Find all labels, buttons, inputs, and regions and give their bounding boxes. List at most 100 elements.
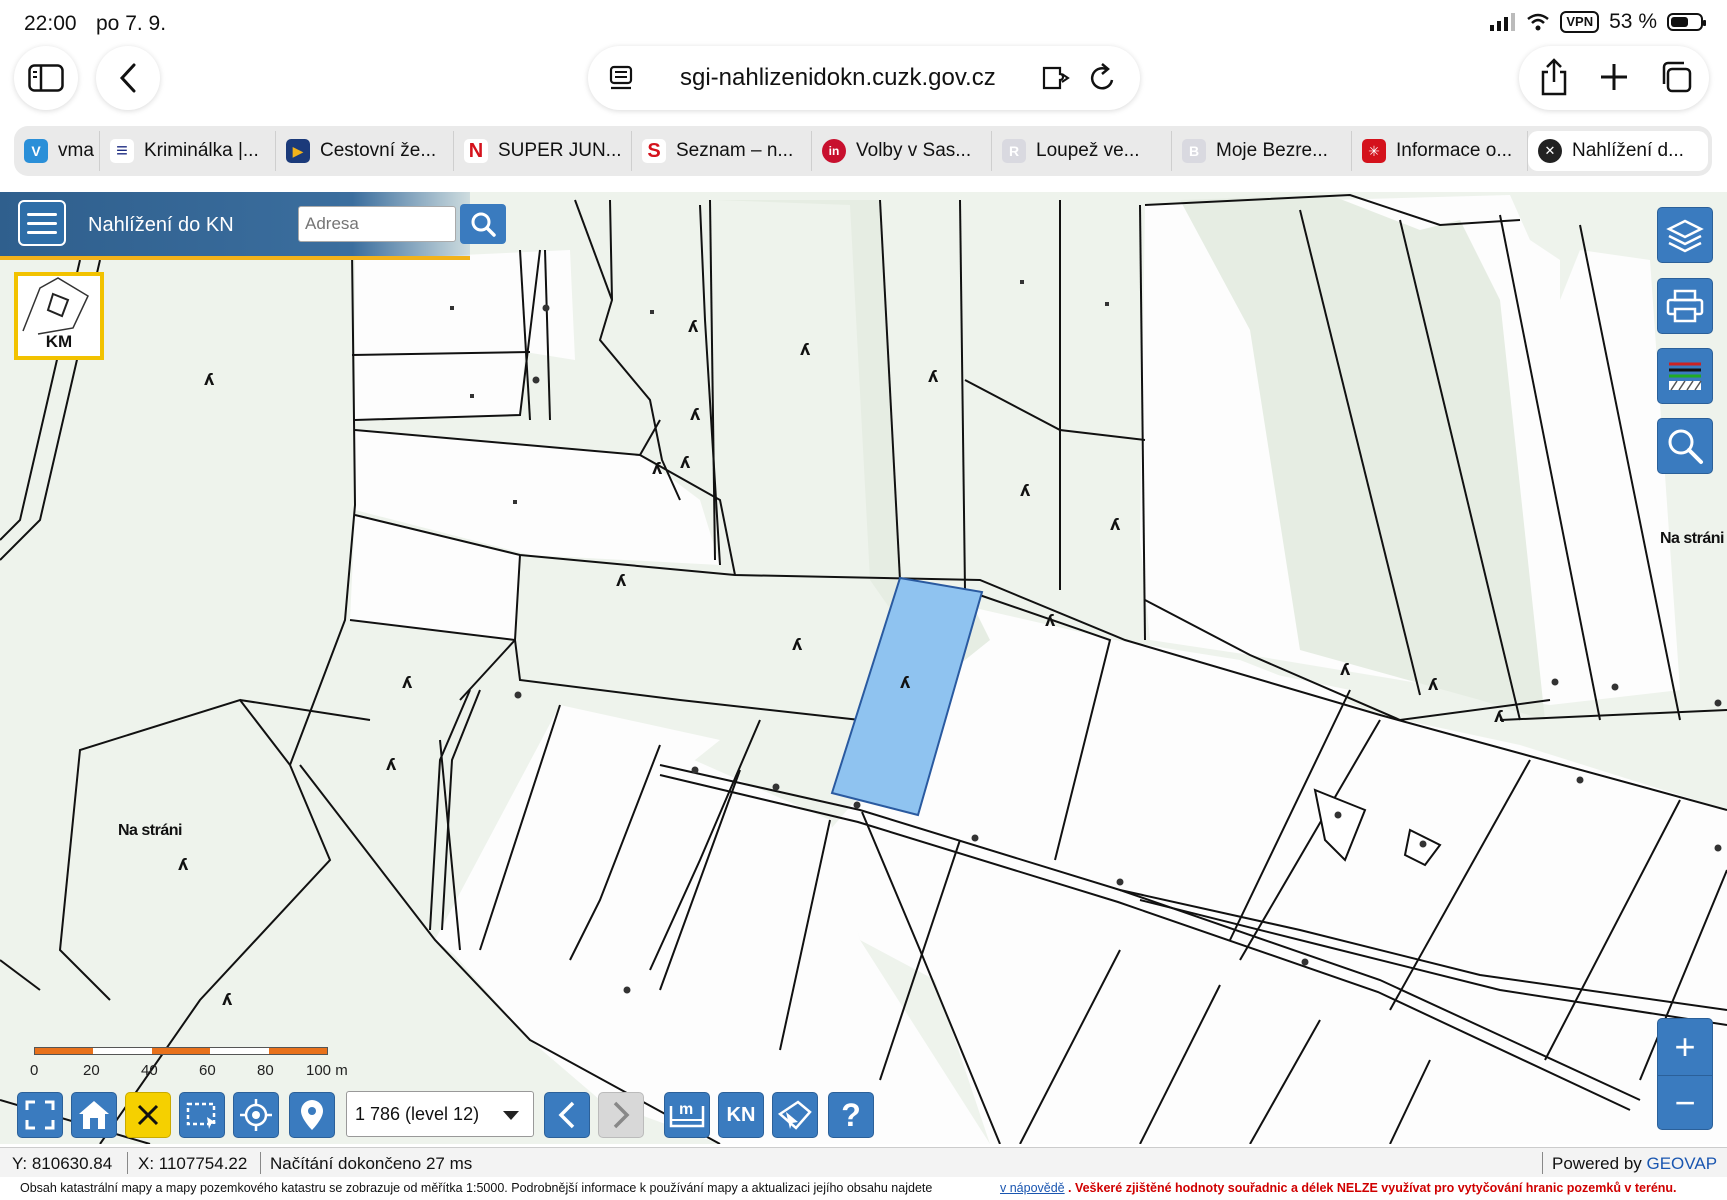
reload-icon[interactable]: [1088, 62, 1118, 94]
legend-button[interactable]: [1657, 348, 1713, 404]
tab-label: Nahlížení d...: [1572, 140, 1684, 161]
place-marker-button[interactable]: [289, 1092, 335, 1138]
coordinate-x: X: 1107754.22: [138, 1154, 248, 1173]
fullscreen-button[interactable]: [17, 1092, 63, 1138]
url-text: sgi-nahlizenidokn.cuzk.gov.cz: [680, 64, 996, 91]
measure-icon: m: [669, 1101, 705, 1128]
tabs-overview-icon[interactable]: [1659, 60, 1693, 94]
map-disclaimer: Obsah katastrální mapy a mapy pozemkovéh…: [0, 1177, 1727, 1200]
scale-bar: [34, 1047, 328, 1055]
page-menu-icon: [609, 65, 633, 90]
tab-seznam[interactable]: S Seznam – n...: [632, 131, 812, 171]
chevron-right-icon: [613, 1101, 630, 1129]
share-icon[interactable]: [1539, 58, 1569, 96]
measure-button[interactable]: m: [664, 1092, 710, 1138]
search-button[interactable]: [460, 204, 506, 244]
address-search-input[interactable]: [298, 206, 456, 242]
address-bar[interactable]: sgi-nahlizenidokn.cuzk.gov.cz: [588, 46, 1140, 110]
tab-cestovni[interactable]: ▶ Cestovní že...: [276, 131, 454, 171]
close-tab-icon[interactable]: ✕: [1538, 139, 1562, 163]
extension-icon[interactable]: [1040, 64, 1072, 92]
sidebar-icon: [28, 64, 64, 92]
km-layer-thumbnail[interactable]: KM: [14, 272, 104, 360]
scale-level-select[interactable]: 1 786 (level 12): [346, 1091, 534, 1137]
svg-text:ʎ: ʎ: [222, 990, 233, 1009]
tab-kriminalka[interactable]: ≡ Kriminálka |...: [100, 131, 276, 171]
kn-info-button[interactable]: KN: [718, 1092, 764, 1138]
tab-label: Cestovní že...: [320, 140, 437, 161]
parcel-select-button[interactable]: [772, 1092, 818, 1138]
tab-label: Moje Bezre...: [1216, 140, 1328, 161]
tab-favicon: N: [464, 139, 488, 163]
rectangle-select-icon: [186, 1102, 216, 1129]
help-button[interactable]: ?: [828, 1092, 874, 1138]
locate-button[interactable]: [233, 1092, 279, 1138]
back-button[interactable]: [96, 46, 160, 110]
svg-text:m: m: [679, 1101, 693, 1118]
svg-text:ʎ: ʎ: [386, 755, 397, 774]
tab-vma[interactable]: Vvma: [14, 131, 100, 171]
layers-icon: [1666, 219, 1704, 253]
disclaimer-text: Obsah katastrální mapy a mapy pozemkovéh…: [20, 1181, 933, 1195]
zoom-out-button[interactable]: −: [1658, 1075, 1712, 1131]
scale-tick: 60: [199, 1062, 216, 1079]
new-tab-icon[interactable]: [1599, 62, 1629, 92]
km-label: KM: [45, 332, 73, 351]
svg-text:ʎ: ʎ: [1110, 515, 1121, 534]
svg-text:ʎ: ʎ: [688, 317, 699, 336]
tab-label: Informace o...: [1396, 140, 1513, 161]
tab-favicon: ✳: [1362, 139, 1386, 163]
chevron-left-icon: [558, 1101, 575, 1129]
zoom-to-rectangle-button[interactable]: [179, 1092, 225, 1138]
zoom-in-button[interactable]: +: [1658, 1019, 1712, 1076]
previous-view-button[interactable]: [544, 1092, 590, 1138]
svg-text:ʎ: ʎ: [900, 673, 911, 692]
menu-button[interactable]: [18, 200, 66, 246]
svg-text:ʎ: ʎ: [690, 405, 701, 424]
print-button[interactable]: [1657, 278, 1713, 334]
date: po 7. 9.: [96, 12, 167, 35]
svg-text:ʎ: ʎ: [1020, 481, 1031, 500]
tab-volby[interactable]: in Volby v Sas...: [812, 131, 992, 171]
home-button[interactable]: [71, 1092, 117, 1138]
parcel-map-canvas[interactable]: ʎʎʎʎʎʎʎʎʎʎʎʎʎʎʎʎʎʎʎʎ: [0, 192, 1727, 1144]
scale-tick: 80: [257, 1062, 274, 1079]
help-icon: ?: [841, 1096, 861, 1133]
magnifier-icon: [1668, 429, 1703, 464]
geovap-link[interactable]: GEOVAP: [1647, 1154, 1718, 1173]
tab-nahlizeni[interactable]: ✕ Nahlížení d...: [1528, 131, 1708, 171]
svg-text:ʎ: ʎ: [204, 370, 215, 389]
tab-super-jun[interactable]: N SUPER JUN...: [454, 131, 632, 171]
next-view-button[interactable]: [598, 1092, 644, 1138]
wifi-icon: [1527, 13, 1550, 31]
coordinate-y: Y: 810630.84: [12, 1154, 113, 1173]
help-link[interactable]: v nápovědě: [1000, 1181, 1065, 1195]
tab-favicon: ▶: [286, 139, 310, 163]
legend-icon: [1669, 362, 1702, 391]
scale-segment: [35, 1048, 94, 1054]
cadastral-map[interactable]: ʎʎʎʎʎʎʎʎʎʎʎʎʎʎʎʎʎʎʎʎ Na stráni Na stráni: [0, 192, 1727, 1144]
magnifier-button[interactable]: [1657, 418, 1713, 474]
sidebar-toggle-button[interactable]: [14, 46, 78, 110]
powered-by: Powered by GEOVAP: [1552, 1154, 1717, 1174]
svg-text:ʎ: ʎ: [1340, 660, 1351, 679]
tab-moje-bezre[interactable]: B Moje Bezre...: [1172, 131, 1352, 171]
tab-label: Volby v Sas...: [856, 140, 972, 161]
tab-label: SUPER JUN...: [498, 140, 622, 161]
svg-text:ʎ: ʎ: [1045, 611, 1056, 630]
tab-informace[interactable]: ✳ Informace o...: [1352, 131, 1528, 171]
loading-status: Načítání dokončeno 27 ms: [270, 1154, 473, 1173]
scale-segment: [93, 1048, 152, 1054]
cancel-selection-button[interactable]: [125, 1092, 171, 1138]
powered-by-prefix: Powered by: [1552, 1154, 1647, 1173]
browser-toolbar: sgi-nahlizenidokn.cuzk.gov.cz: [0, 46, 1727, 126]
chevron-down-icon: [503, 1111, 519, 1120]
layers-button[interactable]: [1657, 207, 1713, 263]
fullscreen-icon: [25, 1100, 55, 1130]
tab-loupez[interactable]: R Loupež ve...: [992, 131, 1172, 171]
tab-favicon: R: [1002, 139, 1026, 163]
app-title: Nahlížení do KN: [88, 214, 234, 236]
battery-percent: 53 %: [1609, 10, 1657, 33]
scale-tick: 40: [141, 1062, 158, 1079]
svg-text:ʎ: ʎ: [1494, 707, 1505, 726]
